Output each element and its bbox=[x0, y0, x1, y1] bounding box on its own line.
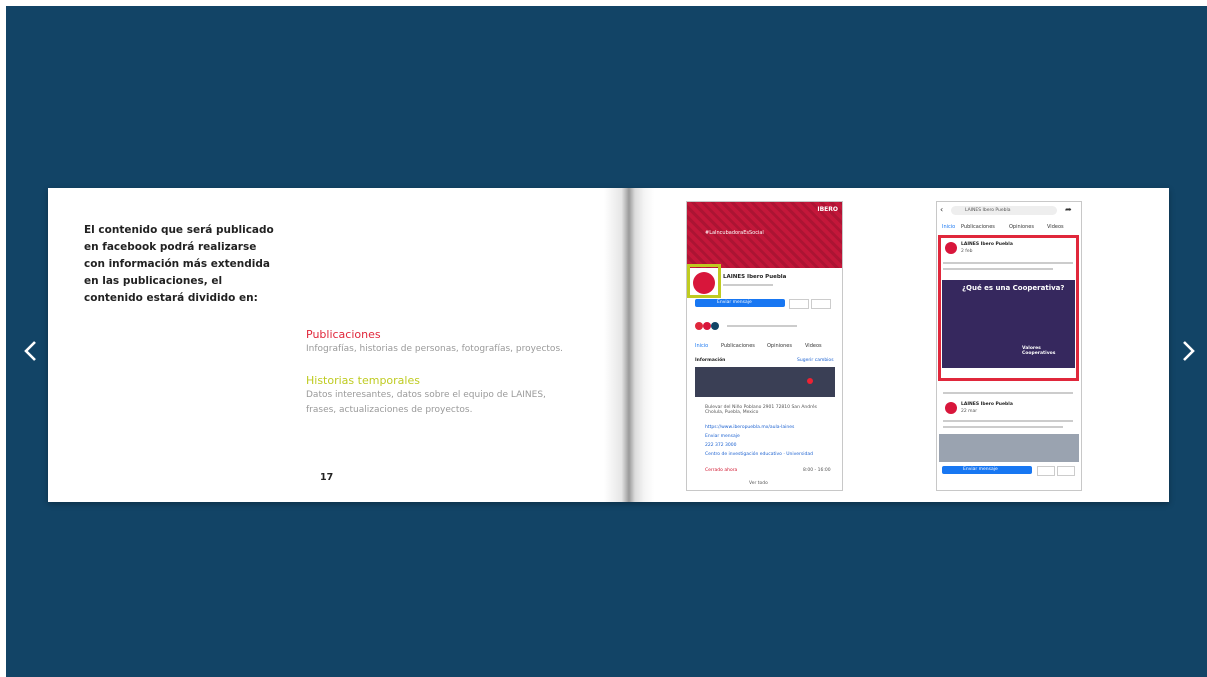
section-historias: Historias temporales Datos interesantes,… bbox=[306, 373, 571, 418]
open-book: El contenido que será publicado en faceb… bbox=[48, 188, 1169, 502]
facebook-profile-screenshot: #LaIncubadoraEsSocial IBERO LAINES Ibero… bbox=[686, 201, 843, 491]
divider bbox=[727, 325, 797, 327]
book-spine bbox=[604, 188, 654, 502]
ibero-logo: IBERO bbox=[817, 206, 838, 213]
post-author: LAINES Ibero Puebla bbox=[961, 402, 1013, 407]
tab-opiniones: Opiniones bbox=[767, 343, 792, 349]
section-publicaciones: Publicaciones Infografías, historias de … bbox=[306, 327, 571, 357]
tab-opiniones: Opiniones bbox=[1009, 224, 1034, 230]
avatar bbox=[945, 402, 957, 414]
facebook-feed-screenshot: ‹ LAINES Ibero Puebla ➦ Inicio Publicaci… bbox=[936, 201, 1082, 491]
more-button bbox=[811, 299, 831, 309]
info-label: Información bbox=[695, 358, 726, 363]
chevron-left-icon bbox=[24, 341, 36, 361]
friend-avatar bbox=[711, 322, 719, 330]
intro-text: El contenido que será publicado en faceb… bbox=[84, 224, 274, 304]
divider bbox=[943, 392, 1073, 394]
chevron-right-icon bbox=[1183, 341, 1195, 361]
send-message-label: Enviar mensaje bbox=[717, 300, 752, 305]
divider bbox=[723, 284, 773, 286]
address-text: Bulevar del Niño Poblano 2901 72810 San … bbox=[705, 405, 817, 415]
highlight-box-yellow bbox=[687, 264, 721, 298]
cover-image: #LaIncubadoraEsSocial IBERO bbox=[687, 202, 842, 268]
tab-publicaciones: Publicaciones bbox=[721, 343, 755, 349]
tab-videos: Videos bbox=[1047, 224, 1064, 230]
tab-publicaciones: Publicaciones bbox=[961, 224, 995, 230]
map-pin-icon bbox=[807, 378, 813, 384]
divider bbox=[943, 420, 1073, 422]
send-message-label: Enviar mensaje bbox=[963, 467, 998, 472]
section-description: Infografías, historias de personas, foto… bbox=[306, 344, 563, 354]
call-button bbox=[1037, 466, 1055, 476]
tab-inicio: Inicio bbox=[942, 224, 956, 230]
page-name: LAINES Ibero Puebla bbox=[723, 274, 787, 280]
send-message-link: Enviar mensaje bbox=[705, 434, 740, 439]
phone-number: 222 372 3000 bbox=[705, 443, 737, 448]
search-text: LAINES Ibero Puebla bbox=[965, 208, 1011, 213]
page-number: 17 bbox=[320, 472, 334, 483]
website-link: https://www.iberopuebla.mx/aula-laines bbox=[705, 425, 795, 430]
hours-text: 8:00 - 16:00 bbox=[803, 468, 831, 473]
friend-avatar bbox=[703, 322, 711, 330]
divider bbox=[943, 426, 1063, 428]
see-all-link: Ver todo bbox=[749, 481, 768, 486]
category-text: Centro de investigación educativo · Univ… bbox=[705, 452, 813, 457]
tab-inicio: Inicio bbox=[695, 343, 709, 349]
map-thumbnail bbox=[695, 367, 835, 397]
share-icon: ➦ bbox=[1065, 205, 1072, 214]
cover-text: #LaIncubadoraEsSocial bbox=[705, 230, 764, 236]
more-button bbox=[1057, 466, 1075, 476]
prev-page-button[interactable] bbox=[16, 336, 46, 366]
back-arrow-icon: ‹ bbox=[940, 205, 944, 214]
status-text: Cerrado ahora bbox=[705, 468, 738, 473]
section-title: Publicaciones bbox=[306, 328, 381, 341]
section-description: Datos interesantes, datos sobre el equip… bbox=[306, 390, 546, 415]
highlight-box-red bbox=[938, 235, 1079, 381]
call-button bbox=[789, 299, 809, 309]
post-time: 22 mar bbox=[961, 409, 978, 414]
friend-avatar bbox=[695, 322, 703, 330]
section-title: Historias temporales bbox=[306, 374, 420, 387]
suggest-edit-link: Sugerir cambios bbox=[797, 358, 834, 363]
post-photo bbox=[939, 434, 1079, 462]
next-page-button[interactable] bbox=[1173, 336, 1203, 366]
tab-videos: Videos bbox=[805, 343, 822, 349]
